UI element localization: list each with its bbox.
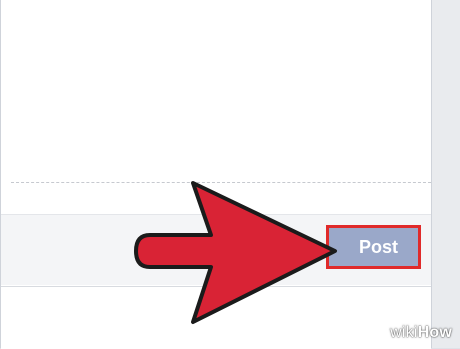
post-composer-panel [0, 0, 432, 349]
watermark-how: How [417, 324, 452, 341]
post-button[interactable]: Post [326, 225, 421, 269]
dashed-divider [11, 182, 431, 183]
post-text-area[interactable] [1, 0, 431, 183]
lower-content-strip [1, 286, 431, 349]
wikihow-watermark: wikiHow [390, 324, 452, 342]
post-button-label: Post [358, 236, 398, 257]
right-gutter [432, 0, 460, 348]
watermark-wiki: wiki [390, 324, 418, 341]
